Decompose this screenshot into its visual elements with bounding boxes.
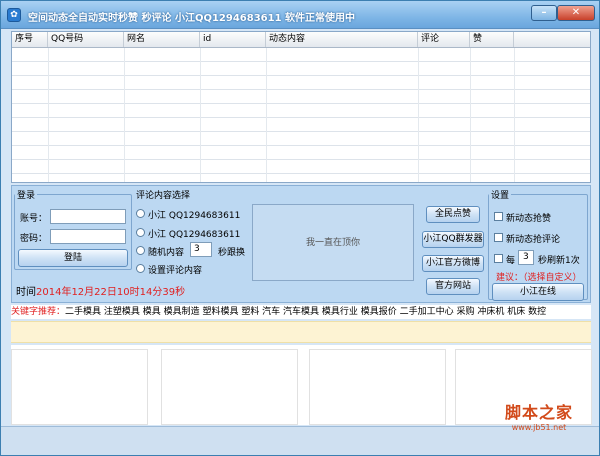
column-header-content[interactable]: 动态内容 — [266, 32, 418, 47]
refresh-interval-input[interactable]: 3 — [518, 250, 534, 265]
refresh-prefix-label: 每 — [506, 256, 516, 266]
dynamic-like-checkbox[interactable] — [494, 212, 503, 221]
thumbnail-3[interactable] — [309, 349, 446, 425]
control-panel: 登录 账号： 密码： 登陆 评论内容选择 小江 QQ1294683611 小江 … — [11, 185, 591, 303]
watermark-logo: 脚本之家 www.jb51.net — [479, 399, 599, 439]
title-bar: ✿ 空间动态全自动实时秒赞 秒评论 小江QQ1294683611 软件正常使用中… — [1, 1, 599, 29]
close-button[interactable]: ✕ — [557, 5, 595, 21]
comment-option-2-label: 小江 QQ1294683611 — [148, 230, 241, 240]
official-site-button[interactable]: 官方网站 — [426, 278, 480, 295]
column-header-nickname[interactable]: 网名 — [124, 32, 200, 47]
comment-option-2-radio[interactable] — [136, 228, 145, 237]
random-content-label: 随机内容 — [148, 248, 185, 258]
official-weibo-button[interactable]: 小江官方微博 — [422, 255, 484, 272]
comment-option-3-radio[interactable] — [136, 246, 145, 255]
online-button[interactable]: 小江在线 — [492, 283, 584, 301]
random-interval-input[interactable]: 3 — [190, 242, 212, 257]
password-input[interactable] — [50, 229, 126, 244]
ticker-prefix: 关键字推荐： — [11, 307, 66, 317]
column-header-like[interactable]: 赞 — [470, 32, 514, 47]
random-interval-suffix: 秒跟换 — [218, 248, 246, 258]
account-label: 账号： — [20, 214, 48, 224]
column-header-filler — [514, 32, 590, 47]
app-icon: ✿ — [7, 8, 21, 22]
login-legend: 登录 — [17, 191, 36, 201]
app-window: ✿ 空间动态全自动实时秒赞 秒评论 小江QQ1294683611 软件正常使用中… — [0, 0, 600, 456]
suggestion-text: 建议：（选择自定义） — [496, 273, 582, 283]
set-comment-content-label: 设置评论内容 — [148, 266, 203, 276]
column-header-comment[interactable]: 评论 — [418, 32, 470, 47]
dynamic-comment-label: 新动态抢评论 — [506, 235, 561, 245]
refresh-suffix-label: 秒刷新1次 — [538, 256, 580, 266]
comment-option-1-label: 小江 QQ1294683611 — [148, 211, 241, 221]
comment-option-4-radio[interactable] — [136, 264, 145, 273]
message-text: 我一直在顶你 — [305, 238, 360, 248]
comment-legend: 评论内容选择 — [136, 191, 191, 201]
thumbnail-2[interactable] — [161, 349, 298, 425]
dynamic-comment-checkbox[interactable] — [494, 233, 503, 242]
qq-group-sender-button[interactable]: 小江QQ群发器 — [422, 231, 484, 248]
thumbnail-1[interactable] — [11, 349, 148, 425]
refresh-checkbox[interactable] — [494, 254, 503, 263]
watermark-url: www.jb51.net — [511, 423, 567, 432]
settings-legend: 设置 — [491, 191, 510, 201]
ticker-text: 二手模具 注塑模具 模具 模具制造 塑料模具 塑料 汽车 汽车模具 模具行业 模… — [65, 307, 547, 317]
login-button[interactable]: 登陆 — [18, 249, 128, 267]
keyword-ticker[interactable]: 关键字推荐：二手模具 注塑模具 模具 模具制造 塑料模具 塑料 汽车 汽车模具 … — [11, 305, 591, 319]
password-label: 密码： — [20, 234, 48, 244]
time-display: 时间2014年12月22日10时14分39秒 — [16, 283, 185, 298]
comment-option-1-radio[interactable] — [136, 209, 145, 218]
minimize-button[interactable]: – — [531, 5, 557, 21]
time-label: 时间 — [16, 287, 36, 298]
all-like-button[interactable]: 全民点赞 — [426, 206, 480, 223]
column-header-id[interactable]: id — [200, 32, 266, 47]
dynamic-like-label: 新动态抢赞 — [506, 214, 552, 224]
column-header-qq[interactable]: QQ号码 — [48, 32, 124, 47]
message-box[interactable]: 我一直在顶你 — [252, 204, 414, 281]
table-body — [12, 48, 590, 182]
column-header-index[interactable]: 序号 — [12, 32, 48, 47]
dynamics-table[interactable]: 序号 QQ号码 网名 id 动态内容 评论 赞 — [11, 31, 591, 183]
time-value: 2014年12月22日10时14分39秒 — [36, 287, 186, 298]
watermark-title: 脚本之家 — [504, 403, 573, 422]
table-header: 序号 QQ号码 网名 id 动态内容 评论 赞 — [12, 32, 590, 48]
window-title: 空间动态全自动实时秒赞 秒评论 小江QQ1294683611 软件正常使用中 — [28, 13, 356, 24]
ad-banner — [11, 321, 591, 343]
account-input[interactable] — [50, 209, 126, 224]
